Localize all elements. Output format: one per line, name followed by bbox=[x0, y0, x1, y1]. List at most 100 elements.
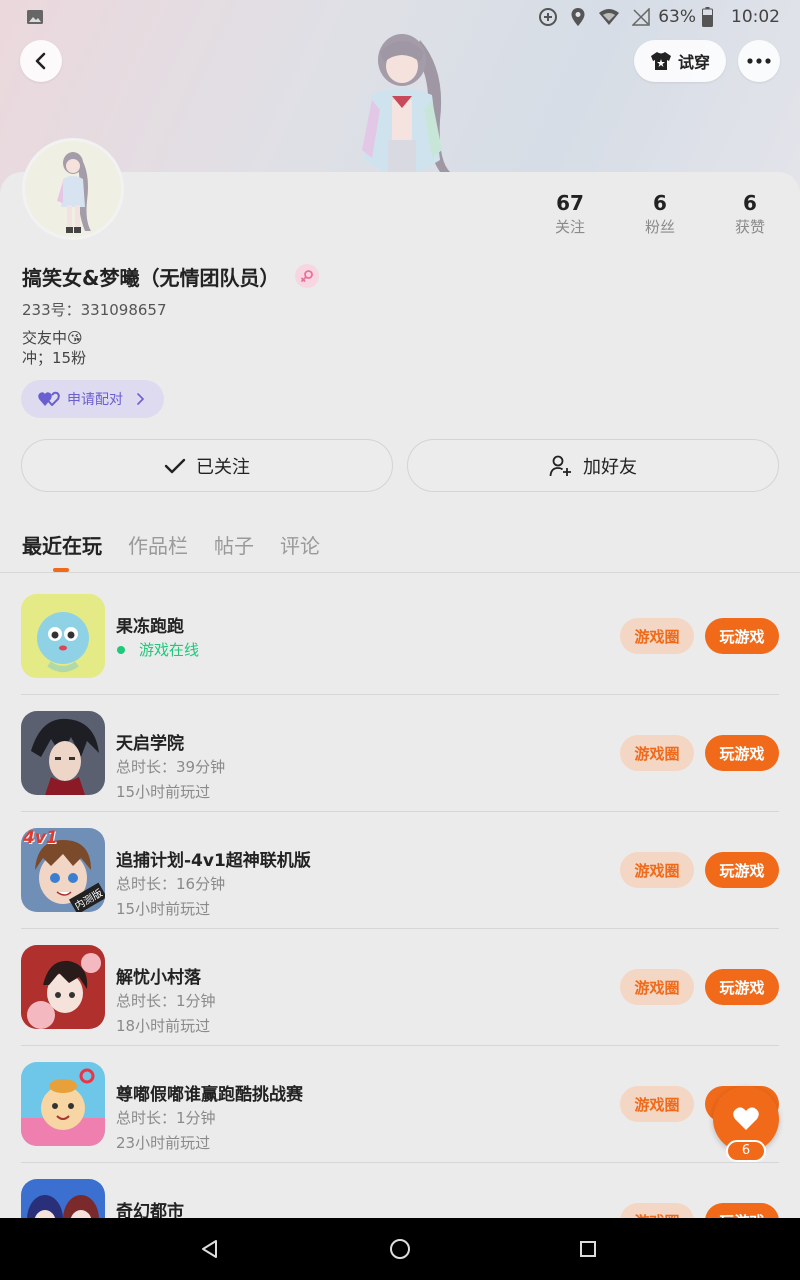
recent-games-list: 果冻跑跑 游戏在线 游戏圈 玩游戏 天启学院 总时长：39分钟 15小时前玩过 … bbox=[0, 578, 800, 1218]
more-dots-icon bbox=[747, 58, 771, 64]
likes-label: 获赞 bbox=[734, 218, 765, 236]
chevron-left-icon bbox=[35, 52, 46, 70]
tshirt-icon bbox=[650, 52, 671, 70]
online-dot-icon bbox=[117, 645, 125, 654]
list-item[interactable]: 4v1 内测版 追捕计划-4v1超神联机版 总时长：16分钟 15小时前玩过 游… bbox=[0, 812, 800, 929]
check-icon bbox=[164, 458, 186, 473]
game-name: 解忧小村落 bbox=[116, 968, 201, 988]
try-on-label: 试穿 bbox=[677, 53, 710, 72]
last-played: 18小时前玩过 bbox=[116, 1017, 211, 1035]
game-icon bbox=[21, 1062, 105, 1146]
play-game-button[interactable]: 玩游戏 bbox=[705, 1203, 779, 1218]
game-icon bbox=[21, 594, 105, 678]
location-icon bbox=[571, 8, 585, 26]
system-nav-bar bbox=[0, 1218, 800, 1280]
game-circle-button[interactable]: 游戏圈 bbox=[620, 1203, 694, 1218]
followed-label: 已关注 bbox=[196, 456, 250, 478]
tab-comments[interactable]: 评论 bbox=[280, 530, 320, 559]
play-game-button[interactable]: 玩游戏 bbox=[705, 852, 779, 888]
apply-match-label: 申请配对 bbox=[67, 392, 123, 408]
battery-icon bbox=[702, 7, 713, 27]
like-count-badge: 6 bbox=[726, 1140, 766, 1162]
game-icon bbox=[21, 1179, 105, 1218]
game-circle-button[interactable]: 游戏圈 bbox=[620, 852, 694, 888]
last-played: 23小时前玩过 bbox=[116, 1134, 211, 1152]
add-friend-button[interactable]: 加好友 bbox=[407, 439, 779, 492]
list-item[interactable]: 奇幻都市 游戏圈 玩游戏 bbox=[0, 1163, 800, 1218]
clock: 10:02 bbox=[731, 7, 780, 27]
nav-recents-button[interactable] bbox=[571, 1232, 605, 1266]
more-button[interactable] bbox=[738, 40, 780, 82]
online-status: 游戏在线 bbox=[116, 639, 199, 660]
last-played: 15小时前玩过 bbox=[116, 900, 211, 918]
apply-match-button[interactable]: 申请配对 bbox=[21, 380, 164, 418]
no-signal-icon bbox=[632, 8, 650, 26]
divider bbox=[0, 572, 800, 573]
play-game-button[interactable]: 玩游戏 bbox=[705, 735, 779, 771]
battery-percent: 63% bbox=[658, 7, 696, 27]
avatar[interactable] bbox=[22, 138, 124, 240]
bio-line: 交友中😘 bbox=[22, 329, 83, 347]
play-duration: 总时长：39分钟 bbox=[116, 758, 226, 776]
user-id: 233号：331098657 bbox=[22, 301, 167, 319]
profile-tabs: 最近在玩 作品栏 帖子 评论 bbox=[22, 530, 320, 559]
game-name: 尊嘟假嘟谁赢跑酷挑战赛 bbox=[116, 1085, 303, 1105]
game-name: 天启学院 bbox=[116, 734, 184, 754]
play-game-button[interactable]: 玩游戏 bbox=[705, 618, 779, 654]
list-item[interactable]: 天启学院 总时长：39分钟 15小时前玩过 游戏圈 玩游戏 bbox=[0, 695, 800, 812]
female-gender-icon bbox=[295, 264, 319, 288]
bio: 交友中😘 冲；15粉 bbox=[22, 328, 86, 368]
game-name: 追捕计划-4v1超神联机版 bbox=[116, 851, 311, 871]
try-on-button[interactable]: 试穿 bbox=[634, 40, 726, 82]
fans-label: 粉丝 bbox=[644, 218, 675, 236]
game-name: 奇幻都市 bbox=[116, 1202, 184, 1218]
likes-count: 6 bbox=[743, 191, 757, 215]
stat-fans[interactable]: 6 粉丝 bbox=[615, 190, 705, 238]
add-user-icon bbox=[549, 455, 571, 476]
data-saver-icon bbox=[539, 8, 558, 26]
game-circle-button[interactable]: 游戏圈 bbox=[620, 969, 694, 1005]
gallery-icon bbox=[27, 10, 43, 24]
play-duration: 总时长：1分钟 bbox=[116, 992, 216, 1010]
wifi-icon bbox=[599, 9, 620, 25]
nav-back-button[interactable] bbox=[193, 1232, 227, 1266]
list-item[interactable]: 尊嘟假嘟谁赢跑酷挑战赛 总时长：1分钟 23小时前玩过 游戏圈 玩游戏 bbox=[0, 1046, 800, 1163]
game-icon bbox=[21, 945, 105, 1029]
list-item[interactable]: 解忧小村落 总时长：1分钟 18小时前玩过 游戏圈 玩游戏 bbox=[0, 929, 800, 1046]
tab-works[interactable]: 作品栏 bbox=[128, 530, 188, 559]
nickname: 搞笑女&梦曦（无情团队员） bbox=[22, 266, 280, 290]
online-status-text: 游戏在线 bbox=[139, 641, 200, 659]
game-icon: 4v1 内测版 bbox=[21, 828, 105, 912]
following-label: 关注 bbox=[554, 218, 585, 236]
play-duration: 总时长：16分钟 bbox=[116, 875, 226, 893]
game-circle-button[interactable]: 游戏圈 bbox=[620, 618, 694, 654]
double-heart-icon bbox=[38, 391, 60, 406]
play-duration: 总时长：1分钟 bbox=[116, 1109, 216, 1127]
followed-button[interactable]: 已关注 bbox=[21, 439, 393, 492]
stat-following[interactable]: 67 关注 bbox=[525, 190, 615, 238]
nav-home-button[interactable] bbox=[383, 1232, 417, 1266]
bio-line: 冲；15粉 bbox=[22, 349, 87, 367]
status-bar: 63% 10:02 bbox=[0, 0, 800, 34]
game-icon-label: 4v1 bbox=[23, 828, 58, 848]
back-button[interactable] bbox=[20, 40, 62, 82]
fans-count: 6 bbox=[653, 191, 667, 215]
add-friend-label: 加好友 bbox=[583, 456, 637, 478]
game-name: 果冻跑跑 bbox=[116, 617, 184, 637]
avatar-figure-icon bbox=[57, 152, 91, 233]
game-circle-button[interactable]: 游戏圈 bbox=[620, 1086, 694, 1122]
following-count: 67 bbox=[556, 191, 584, 215]
game-icon bbox=[21, 711, 105, 795]
last-played: 15小时前玩过 bbox=[116, 783, 211, 801]
chevron-right-icon bbox=[137, 393, 145, 405]
stat-likes[interactable]: 6 获赞 bbox=[705, 190, 795, 238]
tab-posts[interactable]: 帖子 bbox=[214, 530, 254, 559]
list-item[interactable]: 果冻跑跑 游戏在线 游戏圈 玩游戏 bbox=[0, 578, 800, 695]
play-game-button[interactable]: 玩游戏 bbox=[705, 969, 779, 1005]
tab-recently-played[interactable]: 最近在玩 bbox=[22, 530, 102, 559]
square-recents-icon bbox=[580, 1241, 596, 1257]
circle-home-icon bbox=[390, 1239, 410, 1259]
triangle-back-icon bbox=[202, 1240, 217, 1258]
heart-icon bbox=[733, 1107, 759, 1130]
game-circle-button[interactable]: 游戏圈 bbox=[620, 735, 694, 771]
